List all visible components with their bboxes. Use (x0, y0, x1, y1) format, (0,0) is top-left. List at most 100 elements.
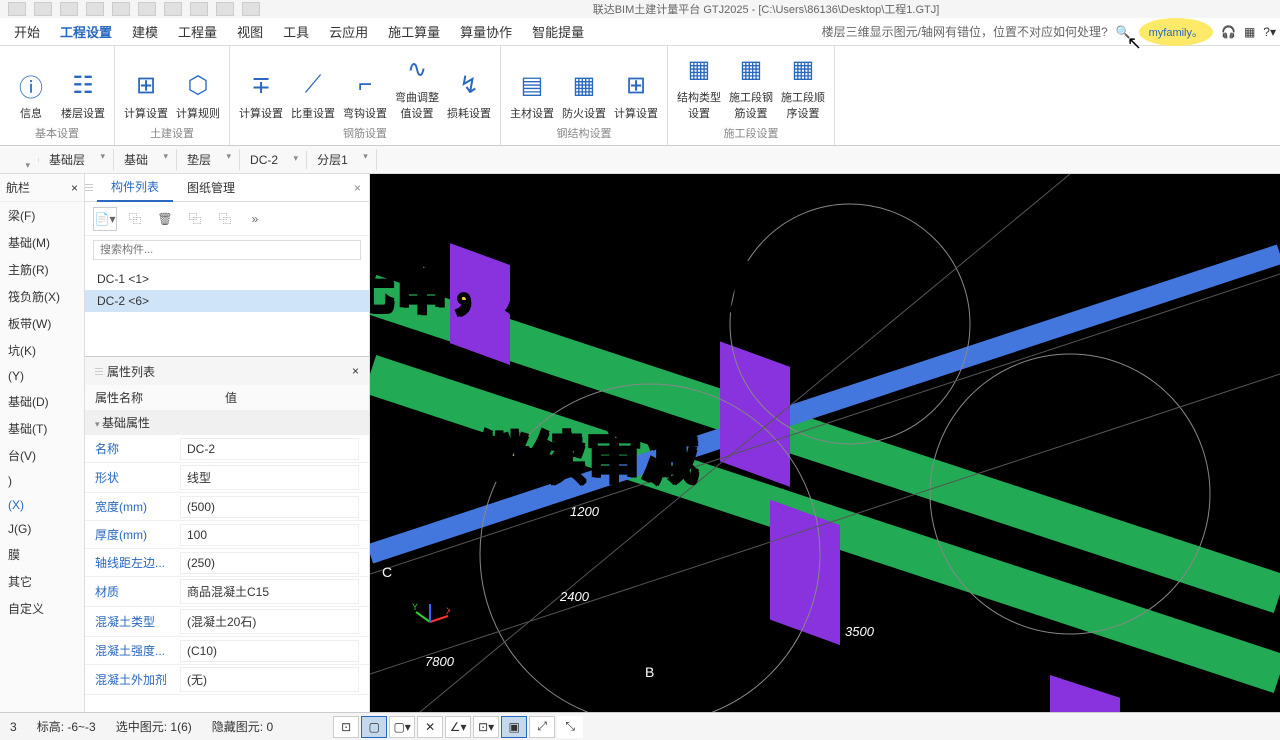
close-icon[interactable]: × (352, 364, 359, 378)
nav-item[interactable]: ) (0, 469, 84, 493)
nav-item[interactable]: 主筋(R) (0, 256, 84, 283)
view-tool[interactable]: ⤢ (529, 716, 555, 738)
nav-item[interactable]: 板带(W) (0, 310, 84, 337)
menu-云应用[interactable]: 云应用 (319, 18, 378, 45)
ribbon-btn-施工段顺序设置[interactable]: ▦施工段顺序设置 (778, 50, 828, 123)
component-item[interactable]: DC-2 <6> (85, 290, 369, 312)
nav-item[interactable]: 自定义 (0, 595, 84, 622)
ribbon-btn-计算规则[interactable]: ⬡计算规则 (173, 50, 223, 123)
ribbon-btn-施工段钢筋设置[interactable]: ▦施工段钢筋设置 (726, 50, 776, 123)
selector-dropdown[interactable]: DC-2 (240, 151, 307, 169)
qat-btn[interactable] (8, 2, 26, 16)
menu-视图[interactable]: 视图 (227, 18, 273, 45)
drag-handle[interactable] (95, 361, 103, 381)
nav-item[interactable]: 基础(D) (0, 388, 84, 415)
selector-dropdown[interactable]: 基础层 (39, 149, 114, 170)
qat-btn[interactable] (190, 2, 208, 16)
qat-btn[interactable] (138, 2, 156, 16)
axis-gizmo[interactable]: XY (410, 602, 450, 642)
view-tool[interactable]: ⊡ (333, 716, 359, 738)
prop-value[interactable]: 商品混凝土C15 (180, 579, 359, 604)
prop-value[interactable]: 线型 (180, 465, 359, 490)
view-tool[interactable]: ▢ (361, 716, 387, 738)
selector-dropdown[interactable]: 分层1 (307, 149, 377, 170)
menu-智能提量[interactable]: 智能提量 (522, 18, 594, 45)
view-tool[interactable]: ⤡ (557, 716, 583, 738)
drag-handle[interactable] (85, 178, 93, 198)
qat-btn[interactable] (164, 2, 182, 16)
help-icon[interactable]: ?▾ (1263, 25, 1276, 39)
prop-value[interactable]: (250) (180, 552, 359, 574)
tab-component-list[interactable]: 构件列表 (97, 173, 173, 202)
selector-dropdown[interactable] (0, 158, 39, 162)
nav-item[interactable]: (X) (0, 493, 84, 517)
menu-开始[interactable]: 开始 (4, 18, 50, 45)
prop-value[interactable]: DC-2 (180, 438, 359, 460)
prop-value[interactable]: 100 (180, 524, 359, 546)
nav-item[interactable]: 坑(K) (0, 337, 84, 364)
nav-item[interactable]: 基础(M) (0, 229, 84, 256)
ribbon-btn-主材设置[interactable]: ▤主材设置 (507, 50, 557, 123)
ribbon-btn-计算设置[interactable]: ⊞计算设置 (611, 50, 661, 123)
menu-建模[interactable]: 建模 (122, 18, 168, 45)
menu-施工算量[interactable]: 施工算量 (378, 18, 450, 45)
view-tool[interactable]: ∠▾ (445, 716, 471, 738)
new-icon[interactable]: 📄▾ (93, 207, 117, 231)
help-hint[interactable]: 楼层三维显示图元/轴网有错位，位置不对应如何处理? (822, 23, 1108, 40)
nav-item[interactable]: 膜 (0, 541, 84, 568)
qat-btn[interactable] (112, 2, 130, 16)
delete-icon[interactable]: 🗑 (153, 207, 177, 231)
qat-btn[interactable] (216, 2, 234, 16)
ribbon-btn-弯曲调整值设置[interactable]: ∿弯曲调整值设置 (392, 50, 442, 123)
view-tool[interactable]: ⊡▾ (473, 716, 499, 738)
more-icon[interactable]: » (243, 207, 267, 231)
nav-item[interactable]: J(G) (0, 517, 84, 541)
tool-icon[interactable]: ⿻ (183, 207, 207, 231)
qat-btn[interactable] (86, 2, 104, 16)
tab-drawing-mgmt[interactable]: 图纸管理 (173, 174, 249, 201)
ribbon-btn-计算设置[interactable]: ⊞计算设置 (121, 50, 171, 123)
prop-key: 混凝土强度... (95, 639, 180, 662)
menu-工程量[interactable]: 工程量 (168, 18, 227, 45)
selector-dropdown[interactable]: 垫层 (177, 149, 240, 170)
3d-viewport[interactable]: 二审审无审，广联达垫层 这里还能继续审减 1200 2400 3500 7800… (370, 174, 1280, 712)
nav-item[interactable]: 梁(F) (0, 202, 84, 229)
ribbon-btn-计算设置[interactable]: ∓计算设置 (236, 50, 286, 123)
ribbon-btn-弯钩设置[interactable]: ⌐弯钩设置 (340, 50, 390, 123)
ribbon-btn-损耗设置[interactable]: ↯损耗设置 (444, 50, 494, 123)
qat-btn[interactable] (242, 2, 260, 16)
prop-value[interactable]: (无) (180, 667, 359, 692)
ribbon-btn-结构类型设置[interactable]: ▦结构类型设置 (674, 50, 724, 123)
view-tool[interactable]: ▣ (501, 716, 527, 738)
nav-item[interactable]: 筏负筋(X) (0, 283, 84, 310)
ribbon-btn-防火设置[interactable]: ▦防火设置 (559, 50, 609, 123)
close-icon[interactable]: × (71, 181, 78, 195)
prop-value[interactable]: (C10) (180, 640, 359, 662)
component-item[interactable]: DC-1 <1> (85, 268, 369, 290)
prop-value[interactable]: (混凝土20石) (180, 609, 359, 634)
selector-dropdown[interactable]: 基础 (114, 149, 177, 170)
tool-icon[interactable]: ⿻ (213, 207, 237, 231)
menu-工程设置[interactable]: 工程设置 (50, 18, 122, 45)
prop-value[interactable]: (500) (180, 496, 359, 518)
search-input[interactable] (93, 240, 361, 260)
view-tool[interactable]: ✕ (417, 716, 443, 738)
menu-算量协作[interactable]: 算量协作 (450, 18, 522, 45)
qat-btn[interactable] (34, 2, 52, 16)
ribbon-btn-信息[interactable]: ⓘ信息 (6, 50, 56, 123)
close-icon[interactable]: × (346, 181, 369, 195)
nav-item[interactable]: 其它 (0, 568, 84, 595)
view-tool[interactable]: ▢▾ (389, 716, 415, 738)
nav-item[interactable]: (Y) (0, 364, 84, 388)
headset-icon[interactable]: 🎧 (1221, 25, 1236, 39)
nav-item[interactable]: 基础(T) (0, 415, 84, 442)
grid-icon[interactable]: ▦ (1244, 25, 1255, 39)
property-group[interactable]: 基础属性 (85, 410, 369, 435)
qat-btn[interactable] (60, 2, 78, 16)
menu-工具[interactable]: 工具 (273, 18, 319, 45)
ribbon-btn-楼层设置[interactable]: ☷楼层设置 (58, 50, 108, 123)
user-badge[interactable]: myfamily。 (1139, 18, 1213, 46)
copy-icon[interactable]: ⿻ (123, 207, 147, 231)
nav-item[interactable]: 台(V) (0, 442, 84, 469)
ribbon-btn-比重设置[interactable]: ⟋比重设置 (288, 50, 338, 123)
